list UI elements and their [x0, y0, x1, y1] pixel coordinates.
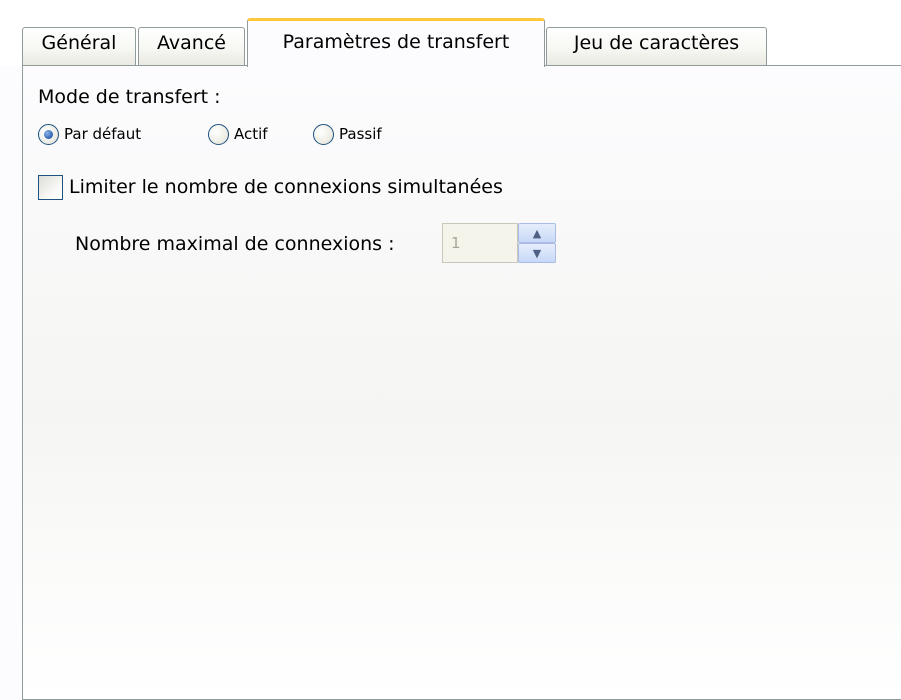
- spin-down-arrow-icon[interactable]: ▼: [518, 243, 556, 263]
- transfer-mode-label: Mode de transfert :: [38, 86, 221, 108]
- spin-buttons: ▲ ▼: [518, 223, 556, 263]
- tab-strip: Général Avancé Paramètres de transfert J…: [0, 0, 901, 67]
- max-connections-spinner: ▲ ▼: [442, 223, 556, 263]
- radio-default-label: Par défaut: [64, 125, 142, 143]
- tab-charset[interactable]: Jeu de caractères: [546, 27, 767, 66]
- checkbox-box-icon[interactable]: [38, 174, 63, 200]
- tab-transfer-settings[interactable]: Paramètres de transfert: [247, 18, 545, 67]
- tab-advanced[interactable]: Avancé: [138, 27, 245, 66]
- tab-general[interactable]: Général: [22, 27, 136, 66]
- radio-circle-icon: [38, 123, 59, 145]
- max-connections-input[interactable]: [442, 223, 518, 263]
- max-connections-label: Nombre maximal de connexions :: [75, 233, 395, 255]
- radio-passive-label: Passif: [339, 125, 382, 143]
- spin-up-arrow-icon[interactable]: ▲: [518, 223, 556, 243]
- radio-passive-mode[interactable]: Passif: [313, 121, 382, 147]
- radio-circle-icon: [208, 123, 229, 145]
- limit-connections-label: Limiter le nombre de connexions simultan…: [69, 176, 503, 198]
- limit-connections-checkbox[interactable]: Limiter le nombre de connexions simultan…: [38, 173, 503, 201]
- radio-active-mode[interactable]: Actif: [208, 121, 268, 147]
- tab-panel: Mode de transfert : Par défaut Actif Pas…: [22, 65, 901, 700]
- radio-active-label: Actif: [234, 125, 268, 143]
- radio-circle-icon: [313, 123, 334, 145]
- transfer-settings-dialog: Général Avancé Paramètres de transfert J…: [0, 0, 901, 700]
- radio-default-mode[interactable]: Par défaut: [38, 121, 141, 147]
